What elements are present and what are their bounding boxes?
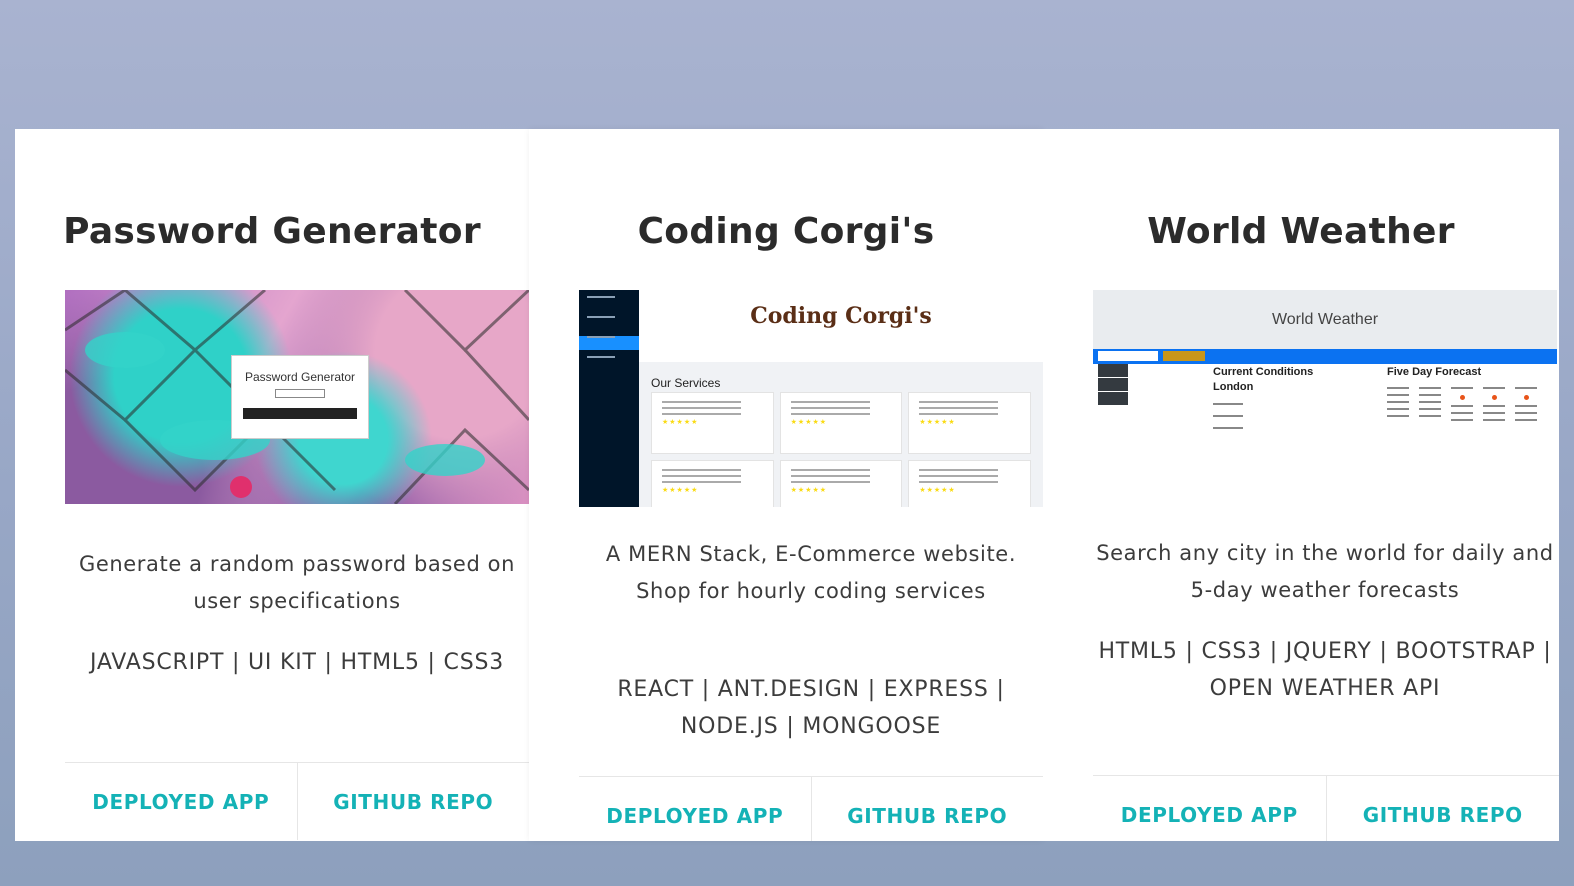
screenshot-city-list xyxy=(1098,364,1128,406)
sidebar-line xyxy=(579,356,639,370)
city-list-item xyxy=(1098,378,1128,391)
forecast-day xyxy=(1451,382,1473,421)
forecast-day xyxy=(1483,382,1505,421)
service-card: ★★★★★ xyxy=(779,460,903,507)
project-title: Coding Corgi's xyxy=(637,211,935,252)
deployed-app-link[interactable]: DEPLOYED APP xyxy=(1093,776,1326,841)
screenshot-header: World Weather xyxy=(1093,290,1557,349)
project-description: Generate a random password based on user… xyxy=(78,552,516,613)
project-tech-stack: REACT | ANT.DESIGN | EXPRESS | NODE.JS |… xyxy=(617,677,1005,739)
service-card: ★★★★★ xyxy=(779,392,903,454)
screenshot-section-title: Our Services xyxy=(651,376,721,390)
coding-corgis-logo: Coding Corgi's xyxy=(750,303,932,329)
screenshot-header-title: World Weather xyxy=(1271,311,1379,328)
current-conditions-title: Current Conditions xyxy=(1213,366,1314,378)
service-card: ★★★★★ xyxy=(908,460,1031,507)
project-title: World Weather xyxy=(1147,211,1455,252)
project-card-password-generator: Password Generator Password Generator Ge… xyxy=(15,129,529,841)
project-screenshot: Password Generator xyxy=(65,290,529,504)
forecast-day xyxy=(1515,382,1537,421)
forecast-day xyxy=(1419,382,1441,421)
project-tech-stack: JAVASCRIPT | UI KIT | HTML5 | CSS3 xyxy=(89,650,505,675)
forecast-columns xyxy=(1387,382,1537,421)
screenshot-box-title: Password Generator xyxy=(244,370,356,384)
sidebar-line xyxy=(579,296,639,310)
forecast-title: Five Day Forecast xyxy=(1387,366,1482,378)
project-tech-stack: HTML5 | CSS3 | JQUERY | BOOTSTRAP | OPEN… xyxy=(1098,639,1552,701)
service-card: ★★★★★ xyxy=(651,392,774,454)
screenshot-search-bar xyxy=(1093,349,1557,364)
project-screenshot: Coding Corgi's Our Services ★★★★★ ★★★★★ … xyxy=(579,290,1043,507)
github-repo-link[interactable]: GITHUB REPO xyxy=(296,763,530,840)
city-list-item xyxy=(1098,364,1128,377)
sidebar-line xyxy=(579,316,639,330)
project-title: Password Generator xyxy=(63,211,481,252)
project-description: A MERN Stack, E-Commerce website. Shop f… xyxy=(605,542,1017,603)
screenshot-main: Coding Corgi's Our Services ★★★★★ ★★★★★ … xyxy=(639,290,1043,507)
project-card-coding-corgis: Coding Corgi's Coding Corgi's Our Servic… xyxy=(529,129,1043,841)
screenshot-sidebar xyxy=(579,290,639,507)
screenshot-forecast: Five Day Forecast xyxy=(1387,366,1481,378)
service-card: ★★★★★ xyxy=(651,460,774,507)
github-repo-link[interactable]: GITHUB REPO xyxy=(810,777,1044,841)
city-list-item xyxy=(1098,392,1128,405)
project-screenshot: World Weather Current Conditions London … xyxy=(1093,290,1557,460)
project-links: DEPLOYED APP GITHUB REPO xyxy=(579,776,1043,841)
screenshot-current-conditions: Current Conditions London xyxy=(1213,366,1313,429)
screenshot-password-field xyxy=(275,389,325,398)
project-links: DEPLOYED APP GITHUB REPO xyxy=(65,762,529,840)
project-links: DEPLOYED APP GITHUB REPO xyxy=(1093,775,1559,841)
screenshot-generate-button xyxy=(243,408,357,419)
deployed-app-link[interactable]: DEPLOYED APP xyxy=(579,777,811,841)
github-repo-link[interactable]: GITHUB REPO xyxy=(1325,776,1560,841)
current-city: London xyxy=(1213,381,1254,393)
sidebar-line-active xyxy=(579,336,639,350)
deployed-app-link[interactable]: DEPLOYED APP xyxy=(65,763,297,840)
services-grid: ★★★★★ ★★★★★ ★★★★★ ★★★★★ ★★★★★ ★★★★★ xyxy=(651,392,1031,507)
screenshot-search-button xyxy=(1163,351,1205,361)
project-description: Search any city in the world for daily a… xyxy=(1096,541,1554,602)
project-card-world-weather: World Weather World Weather Current Cond… xyxy=(1043,129,1559,841)
service-card: ★★★★★ xyxy=(908,392,1031,454)
screenshot-search-field xyxy=(1098,351,1158,361)
password-generator-window: Password Generator xyxy=(231,355,369,439)
current-details xyxy=(1213,403,1313,429)
forecast-day xyxy=(1387,382,1409,421)
screenshot-header: Coding Corgi's xyxy=(639,290,1043,362)
